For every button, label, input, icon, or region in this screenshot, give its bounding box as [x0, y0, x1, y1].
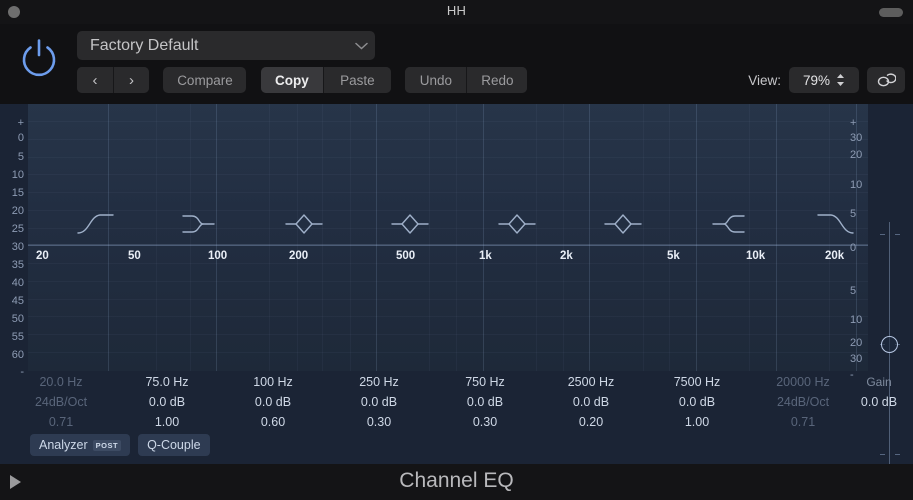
analyzer-label: Analyzer — [39, 438, 88, 452]
q-couple-label: Q-Couple — [147, 438, 201, 452]
db-tick: 15 — [11, 187, 24, 199]
preset-selector[interactable]: Factory Default — [77, 31, 375, 60]
band-frequency-value[interactable]: 100 Hz — [220, 372, 326, 392]
db-tick: 40 — [11, 277, 24, 289]
band-q-value[interactable]: 0.71 — [750, 412, 856, 432]
band-q-value[interactable]: 0.30 — [326, 412, 432, 432]
power-icon — [22, 39, 56, 77]
band-column-5: 750 Hz 0.0 dB 0.30 — [432, 372, 538, 432]
view-label: View: — [748, 72, 781, 88]
band-q-value[interactable]: 0.71 — [8, 412, 114, 432]
q-couple-toggle[interactable]: Q-Couple — [138, 434, 210, 456]
db-tick: 10 — [850, 314, 863, 326]
band-frequency-value[interactable]: 750 Hz — [432, 372, 538, 392]
band-q-value[interactable]: 1.00 — [114, 412, 220, 432]
db-tick: 45 — [11, 295, 24, 307]
band-column-6: 2500 Hz 0.0 dB 0.20 — [538, 372, 644, 432]
next-preset-button[interactable]: › — [113, 67, 149, 93]
db-tick: 0 — [850, 242, 857, 254]
gain-value[interactable]: 0.0 dB — [848, 392, 910, 412]
band-gain-value[interactable]: 0.0 dB — [114, 392, 220, 412]
copy-button[interactable]: Copy — [260, 67, 323, 93]
band-frequency-value[interactable]: 20000 Hz — [750, 372, 856, 392]
band-q-value[interactable]: 0.30 — [432, 412, 538, 432]
db-tick: 10 — [11, 169, 24, 181]
chevron-down-icon — [347, 40, 375, 52]
db-tick: 35 — [11, 259, 24, 271]
db-tick: 25 — [11, 223, 24, 235]
stepper-up-down-icon — [836, 73, 845, 87]
undo-button[interactable]: Undo — [405, 67, 467, 93]
view-zoom-stepper[interactable]: 79% — [789, 67, 859, 93]
compare-group: Compare — [163, 67, 247, 93]
plugin-window: HH Factory Default ‹ › Compare Copy Past… — [0, 0, 913, 500]
db-tick: 0 — [17, 132, 24, 144]
band-parameter-rows: 20.0 Hz 24dB/Oct 0.71 75.0 Hz 0.0 dB 1.0… — [0, 372, 913, 432]
view-controls: View: 79% — [748, 67, 905, 93]
band-column-7: 7500 Hz 0.0 dB 1.00 — [644, 372, 750, 432]
power-button[interactable] — [17, 36, 61, 80]
db-tick: 50 — [11, 313, 24, 325]
bottom-toggles: Analyzer POST Q-Couple — [30, 434, 210, 456]
band-column-2: 75.0 Hz 0.0 dB 1.00 — [114, 372, 220, 432]
band-q-value[interactable]: 0.20 — [538, 412, 644, 432]
db-tick: 30 — [11, 241, 24, 253]
band-q-value[interactable]: 0.60 — [220, 412, 326, 432]
gain-slider-knob[interactable] — [881, 336, 898, 353]
db-tick: 30 — [850, 132, 863, 144]
db-tick: 30 — [850, 353, 863, 365]
plugin-header: Factory Default ‹ › Compare Copy Paste U… — [0, 24, 913, 104]
band-column-8: 20000 Hz 24dB/Oct 0.71 — [750, 372, 856, 432]
copy-paste-group: Copy Paste — [260, 67, 391, 93]
analyzer-mode-badge[interactable]: POST — [92, 439, 122, 451]
band-gain-value[interactable]: 24dB/Oct — [8, 392, 114, 412]
window-titlebar: HH — [0, 0, 913, 24]
band-gain-value[interactable]: 0.0 dB — [220, 392, 326, 412]
window-resize-icon[interactable] — [879, 8, 903, 17]
link-chain-icon — [877, 73, 896, 87]
band-frequency-value[interactable]: 7500 Hz — [644, 372, 750, 392]
gain-label: Gain — [866, 375, 892, 389]
undo-redo-group: Undo Redo — [405, 67, 528, 93]
compare-button[interactable]: Compare — [163, 67, 247, 93]
redo-button[interactable]: Redo — [466, 67, 528, 93]
paste-button[interactable]: Paste — [322, 67, 391, 93]
band-frequency-value[interactable]: 250 Hz — [326, 372, 432, 392]
db-tick: 5 — [850, 285, 857, 297]
prev-preset-button[interactable]: ‹ — [77, 67, 113, 93]
band-gain-value[interactable]: 0.0 dB — [538, 392, 644, 412]
band-gain-value[interactable]: 0.0 dB — [432, 392, 538, 412]
nav-group: ‹ › — [77, 67, 149, 93]
db-tick: 20 — [850, 149, 863, 161]
db-tick: 5 — [17, 151, 24, 163]
band-gain-value[interactable]: 0.0 dB — [326, 392, 432, 412]
window-title: HH — [446, 3, 467, 18]
analyzer-toggle[interactable]: Analyzer POST — [30, 434, 131, 456]
db-tick: 60 — [11, 349, 24, 361]
master-gain-readout: Gain 0.0 dB — [848, 372, 910, 412]
band-gain-value[interactable]: 24dB/Oct — [750, 392, 856, 412]
band-column-4: 250 Hz 0.0 dB 0.30 — [326, 372, 432, 432]
db-tick: 10 — [850, 179, 863, 191]
toolbar-buttons: ‹ › Compare Copy Paste Undo Redo — [77, 67, 537, 93]
db-tick: + — [850, 117, 857, 129]
link-button[interactable] — [867, 67, 905, 93]
band-frequency-value[interactable]: 2500 Hz — [538, 372, 644, 392]
band-gain-value[interactable]: 0.0 dB — [644, 392, 750, 412]
plugin-name: Channel EQ — [399, 469, 514, 492]
preset-name: Factory Default — [90, 36, 199, 54]
eq-response-curve — [28, 244, 868, 246]
band-frequency-value[interactable]: 20.0 Hz — [8, 372, 114, 392]
db-tick: 5 — [850, 208, 857, 220]
band-column-3: 100 Hz 0.0 dB 0.60 — [220, 372, 326, 432]
band-column-1: 20.0 Hz 24dB/Oct 0.71 — [8, 372, 114, 432]
plugin-footer: Channel EQ — [0, 464, 913, 500]
db-tick: 20 — [850, 337, 863, 349]
band-q-value[interactable]: 1.00 — [644, 412, 750, 432]
db-tick: + — [17, 117, 24, 129]
db-tick: 55 — [11, 331, 24, 343]
band-frequency-value[interactable]: 75.0 Hz — [114, 372, 220, 392]
view-zoom-value: 79% — [802, 72, 831, 88]
db-tick: 20 — [11, 205, 24, 217]
